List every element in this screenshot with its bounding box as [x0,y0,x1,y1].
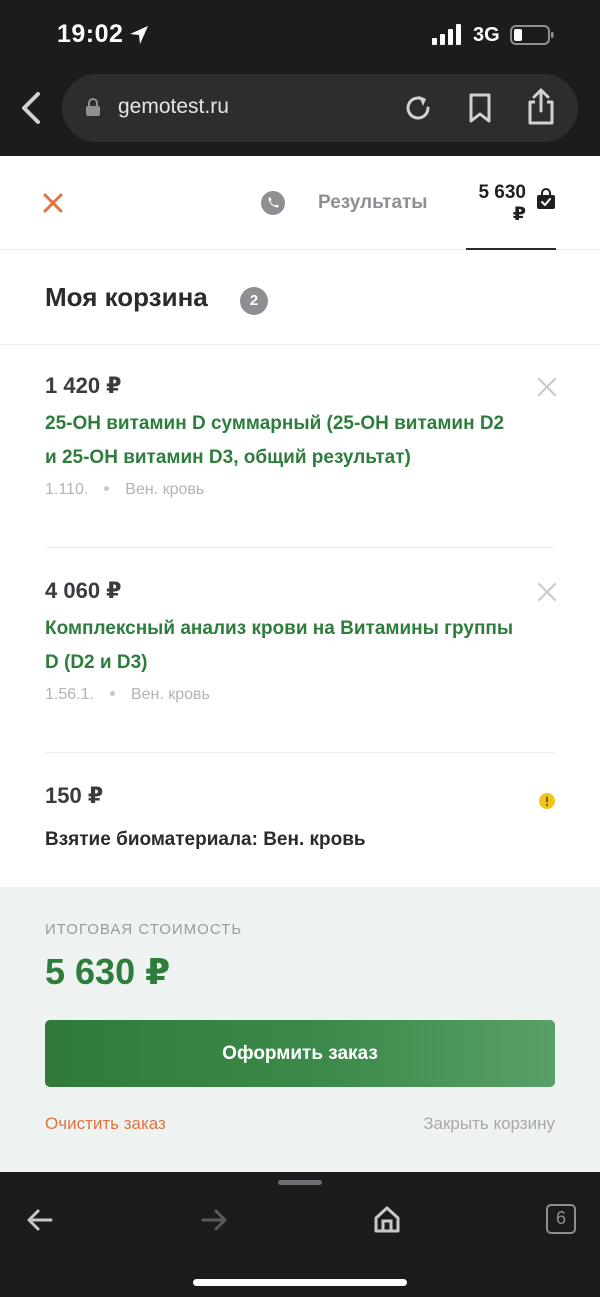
network-type: 3G [473,24,500,46]
item-material: Вен. кровь [130,686,210,703]
share-icon[interactable] [526,88,556,126]
cart-item: 1 420 ₽ 25-ОН витамин D суммарный (25-OH… [45,373,557,513]
cart-title-row: Моя корзина 2 [0,250,600,345]
clear-order-link[interactable]: Очистить заказ [45,1114,166,1134]
item-name: Взятие биоматериала: Вен. кровь [45,829,366,850]
item-meta: 1.56.1. Вен. кровь [45,686,210,704]
total-amount: 5 630 ₽ [45,951,171,992]
browser-toolbar: 6 [0,1172,600,1297]
lock-icon [86,98,100,116]
cart-title: Моя корзина [45,282,208,312]
item-name-link[interactable]: 25-ОН витамин D суммарный (25-OH витамин… [45,407,515,475]
item-price: 1 420 ₽ [45,373,122,398]
divider [45,547,555,548]
item-code: 1.56.1. [45,686,94,703]
cart-count-badge: 2 [240,287,268,315]
item-price: 150 ₽ [45,783,104,808]
item-meta: 1.110. Вен. кровь [45,481,204,499]
battery-icon [510,25,554,45]
reload-icon[interactable] [402,92,434,124]
signal-icon [432,24,461,45]
item-material: Вен. кровь [125,481,205,498]
results-link[interactable]: Результаты [318,192,428,214]
separator-dot [109,690,115,696]
item-name-link[interactable]: Комплексный анализ крови на Витамины гру… [45,612,515,680]
warning-icon[interactable] [539,793,555,809]
cart-item-service: 150 ₽ Взятие биоматериала: Вен. кровь [45,783,555,863]
sheet-grabber[interactable] [278,1180,322,1185]
browser-back-chevron-icon[interactable] [16,90,48,126]
item-price: 4 060 ₽ [45,578,122,603]
site-header: Результаты 5 630 ₽ [0,156,600,250]
divider [45,752,555,753]
phone-icon[interactable] [260,190,286,216]
total-label: ИТОГОВАЯ СТОИМОСТЬ [45,921,243,938]
item-code: 1.110. [45,481,89,498]
shopping-bag-icon [537,188,555,209]
close-menu-icon[interactable] [40,190,66,216]
tabs-count-button[interactable]: 6 [546,1204,576,1234]
home-icon[interactable] [372,1204,402,1234]
remove-item-icon[interactable] [537,582,557,602]
cart-item: 4 060 ₽ Комплексный анализ крови на Вита… [45,578,557,718]
url-field[interactable]: gemotest.ru [62,74,578,142]
header-cart-amount: 5 630 ₽ [478,182,526,225]
bookmark-icon[interactable] [466,92,494,124]
location-arrow-icon [130,26,148,44]
checkout-button[interactable]: Оформить заказ [45,1020,555,1087]
close-cart-link[interactable]: Закрыть корзину [423,1114,555,1134]
forward-arrow-icon[interactable] [200,1206,228,1234]
status-time: 19:02 [57,20,124,48]
home-indicator [193,1279,407,1286]
remove-item-icon[interactable] [537,377,557,397]
browser-address-bar: gemotest.ru [0,64,600,156]
separator-dot [104,485,110,491]
order-summary: ИТОГОВАЯ СТОИМОСТЬ 5 630 ₽ Оформить зака… [0,887,600,1172]
header-cart-button[interactable]: 5 630 ₽ [466,178,556,250]
status-bar: 19:02 3G [0,0,600,64]
back-arrow-icon[interactable] [26,1206,54,1234]
url-text: gemotest.ru [118,95,229,118]
